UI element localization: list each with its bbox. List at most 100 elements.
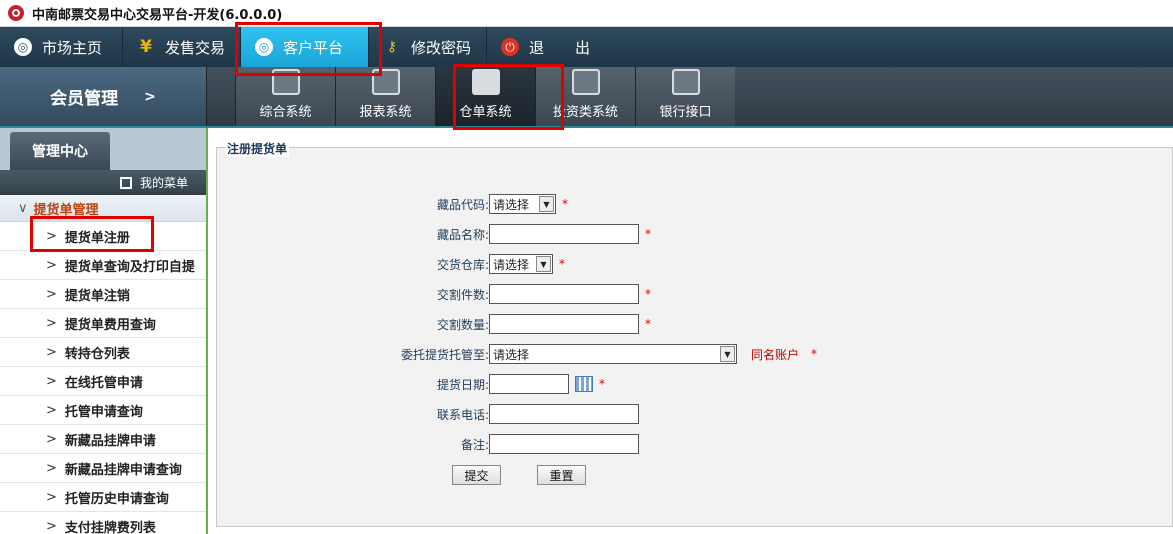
client-icon: ◎ [255,38,273,56]
dropdown-arrow-icon: ▼ [539,196,554,212]
required-mark: * [645,227,651,241]
dropdown-arrow-icon: ▼ [720,346,735,362]
nav-label: 客户平台 [283,38,344,57]
warehouse-select[interactable]: 请选择 ▼ [489,254,553,274]
sidebar-item-cancel[interactable]: > 提货单注销 [0,280,206,309]
sidebar-item-position-list[interactable]: > 转持仓列表 [0,338,206,367]
warehouse-row: 请选择 ▼ * [489,254,565,274]
label-wrap: 交割件数: [217,284,489,304]
nav-client-platform[interactable]: ◎ 客户平台 [241,27,369,67]
tab-investment-system[interactable]: 投资类系统 [535,67,635,126]
required-mark: * [645,317,651,331]
select-value: 请选择 [493,347,530,362]
phone-input[interactable] [489,404,639,424]
sidebar-header-tab[interactable]: 管理中心 [10,132,110,170]
quantity-input[interactable] [489,314,639,334]
register-form-panel: 注册提货单 藏品代码: 请选择 ▼ * 藏品名称: * 交货仓库: 请选择 ▼ … [216,140,1173,527]
sidebar-item-custody-history[interactable]: > 托管历史申请查询 [0,483,206,512]
folder-icon [471,69,500,95]
date-row: * [489,374,605,394]
sidebar-item-register[interactable]: > 提货单注册 [0,222,206,251]
required-mark: * [645,287,651,301]
custody-select[interactable]: 请选择 ▼ [489,344,737,364]
sidebar-item-query-print[interactable]: > 提货单查询及打印自提 [0,251,206,280]
nav-change-password[interactable]: ⚷ 修改密码 [369,27,487,67]
sidebar-item-label: 提货单注册 [64,230,130,246]
pieces-input[interactable] [489,284,639,304]
investment-icon [571,69,600,95]
report-icon [371,69,400,95]
power-icon: ⏻ [501,38,519,56]
nav-label: 发售交易 [165,38,226,57]
member-label: 会员管理 [50,89,119,109]
custody-row: 请选择 ▼ 同名账户 * [489,344,817,364]
nav-sale-trade[interactable]: ¥ 发售交易 [123,27,241,67]
general-system-icon [271,69,300,95]
chevron-right-icon: > [144,88,156,105]
name-input[interactable] [489,224,639,244]
sidebar: 管理中心 我的菜单 ∨ 提货单管理 > 提货单注册 > 提货单查询及打印自提 > 提货… [0,128,208,534]
key-icon: ⚷ [386,39,398,55]
submit-button[interactable]: 提交 [452,465,501,485]
market-icon: ◎ [14,38,32,56]
menu-icon [119,176,132,189]
field-label: 委托提货托管至: [400,347,489,362]
code-select[interactable]: 请选择 ▼ [489,194,556,214]
member-management[interactable]: 会员管理 > [0,67,207,126]
sidebar-item-custody-query[interactable]: > 托管申请查询 [0,396,206,425]
reset-button[interactable]: 重置 [537,465,586,485]
chevron-right-icon: > [46,315,57,331]
nav-label: 出 [575,38,591,57]
nav-logout[interactable]: ⏻ 退 [487,27,561,67]
tab-label: 银行接口 [659,105,712,120]
nav-logout-2[interactable]: 出 [561,27,621,67]
required-mark: * [559,257,565,271]
remark-input[interactable] [489,434,639,454]
remark-row [489,434,639,454]
sidebar-item-label: 在线托管申请 [64,375,143,391]
label-wrap: 委托提货托管至: [217,344,489,364]
phone-row [489,404,639,424]
chevron-right-icon: > [46,431,57,447]
nav-label: 市场主页 [42,38,103,57]
tab-bank-interface[interactable]: 银行接口 [635,67,735,126]
chevron-right-icon: > [46,402,57,418]
my-menu-label: 我的菜单 [139,176,188,190]
date-input[interactable] [489,374,569,394]
tab-report-system[interactable]: 报表系统 [335,67,435,126]
label-wrap: 藏品代码: [217,194,489,214]
label-wrap: 藏品名称: [217,224,489,244]
field-label: 备注: [460,437,489,452]
tab-warehouse-receipt-system[interactable]: 仓单系统 [435,67,535,126]
tab-label: 仓单系统 [459,105,512,120]
sidebar-item-label: 新藏品挂牌申请 [64,433,156,449]
bank-icon [671,69,700,95]
sidebar-item-new-listing[interactable]: > 新藏品挂牌申请 [0,425,206,454]
quantity-row: * [489,314,651,334]
chevron-right-icon: > [46,286,57,302]
nav-market-home[interactable]: ◎ 市场主页 [0,27,123,67]
chevron-right-icon: > [46,460,57,476]
my-menu[interactable]: 我的菜单 [0,170,206,195]
sidebar-item-fee-query[interactable]: > 提货单费用查询 [0,309,206,338]
tab-general-system[interactable]: 综合系统 [235,67,335,126]
sidebar-item-listing-fee[interactable]: > 支付挂牌费列表 [0,512,206,534]
sidebar-item-label: 转持仓列表 [64,346,130,362]
chevron-right-icon: > [46,373,57,389]
calendar-icon[interactable] [575,376,593,392]
sidebar-group-delivery[interactable]: ∨ 提货单管理 [0,195,206,222]
nav-label: 退 [529,38,545,57]
sidebar-item-listing-query[interactable]: > 新藏品挂牌申请查询 [0,454,206,483]
chevron-right-icon: > [46,518,57,534]
sidebar-item-label: 托管历史申请查询 [64,491,169,507]
sidebar-item-label: 提货单注销 [64,288,130,304]
field-label: 藏品代码: [436,197,489,212]
chevron-right-icon: > [46,228,57,244]
top-nav: ◎ 市场主页 ¥ 发售交易 ◎ 客户平台 ⚷ 修改密码 ⏻ 退 出 [0,27,1173,67]
sidebar-item-online-custody[interactable]: > 在线托管申请 [0,367,206,396]
dropdown-arrow-icon: ▼ [536,256,551,272]
label-wrap: 联系电话: [217,404,489,424]
nav-label: 修改密码 [411,38,472,57]
group-label: 提货单管理 [33,202,99,218]
sidebar-item-label: 提货单查询及打印自提 [64,259,195,275]
